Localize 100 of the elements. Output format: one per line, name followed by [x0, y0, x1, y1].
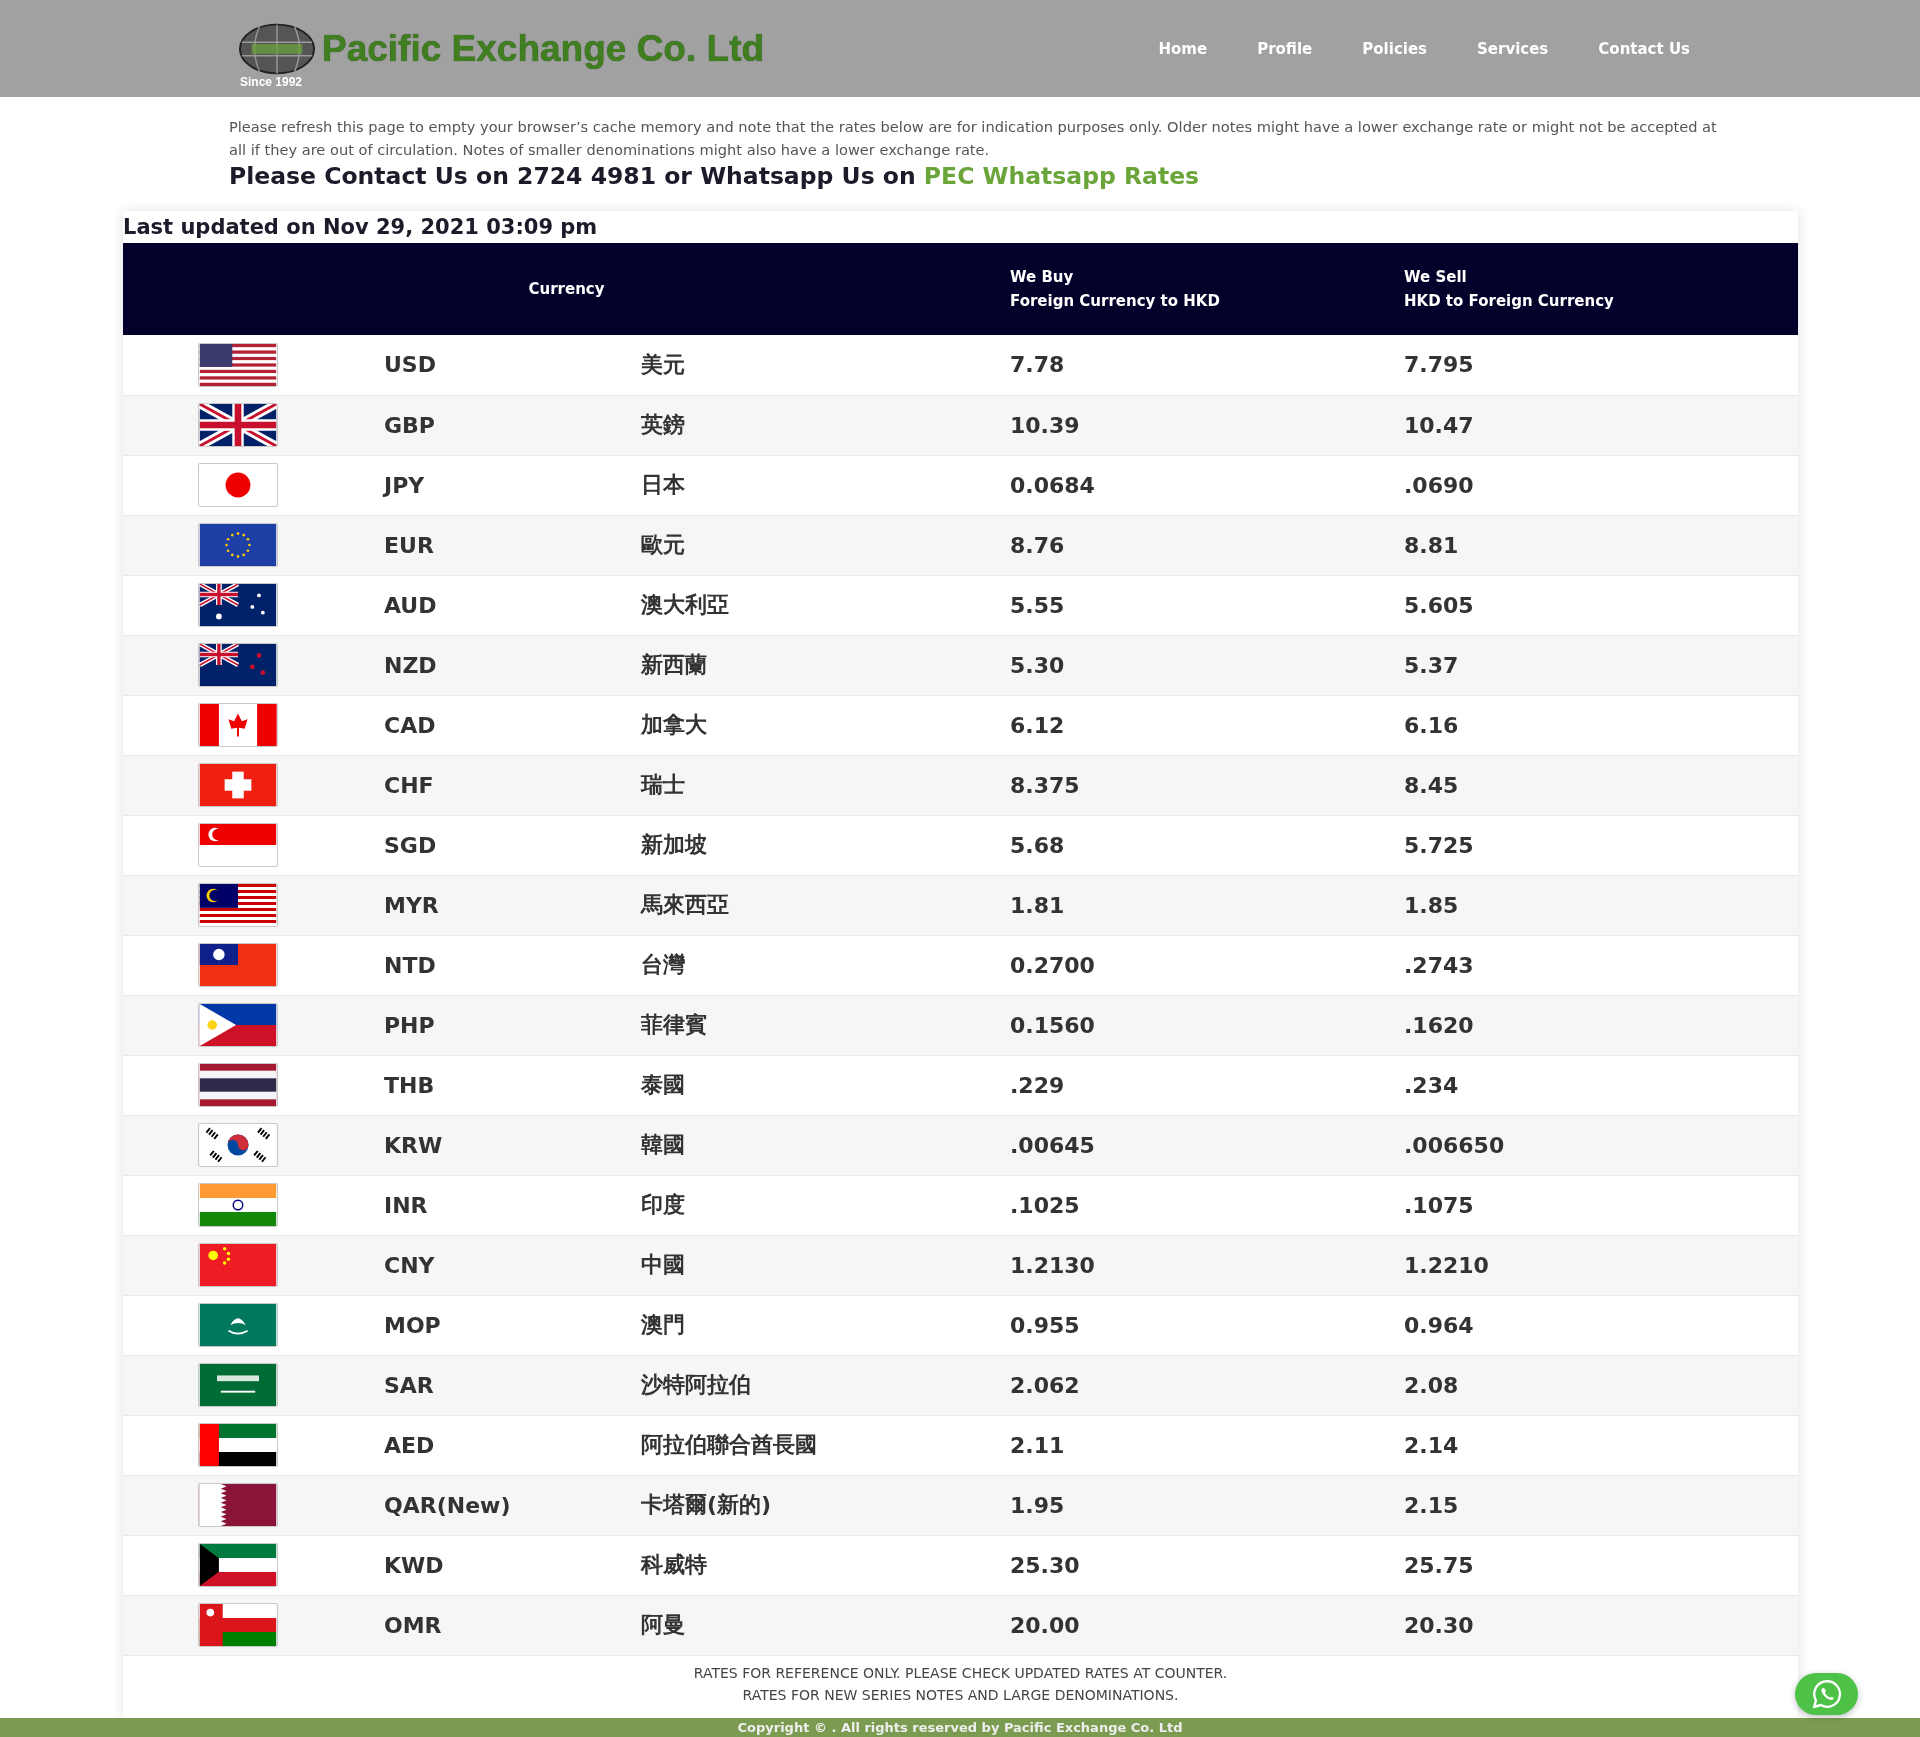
nav-link[interactable]: Contact Us	[1598, 39, 1690, 58]
sell-rate: 25.75	[1404, 1552, 1474, 1578]
sell-rate: 5.37	[1404, 652, 1459, 678]
buy-rate: 5.55	[1010, 592, 1065, 618]
currency-name: 馬來西亞	[641, 892, 729, 917]
nav-link[interactable]: Profile	[1257, 39, 1313, 58]
sell-rate: 2.15	[1404, 1492, 1459, 1518]
currency-name: 泰國	[641, 1072, 685, 1097]
currency-name: 歐元	[641, 532, 685, 557]
currency-name: 澳大利亞	[641, 592, 729, 617]
currency-name: 美元	[641, 351, 685, 377]
flag-icon	[198, 1423, 278, 1467]
buy-rate: 7.78	[1010, 352, 1065, 378]
flag-icon	[198, 342, 278, 387]
buy-rate: .00645	[1010, 1132, 1095, 1158]
currency-code: AUD	[384, 592, 437, 618]
currency-name: 科威特	[641, 1552, 707, 1577]
sell-rate: 8.81	[1404, 532, 1459, 558]
flag-icon	[198, 1363, 278, 1407]
buy-rate: 0.955	[1010, 1312, 1080, 1338]
sell-rate: 2.08	[1404, 1372, 1459, 1398]
column-header: Currency	[528, 280, 605, 298]
flag-icon	[198, 1183, 278, 1227]
sell-rate: 10.47	[1404, 412, 1474, 438]
currency-code: NTD	[384, 952, 436, 978]
currency-code: MYR	[384, 892, 439, 918]
currency-name: 中國	[641, 1252, 685, 1277]
sell-rate: .0690	[1404, 472, 1474, 498]
currency-code: CHF	[384, 772, 434, 798]
currency-name: 英鎊	[641, 412, 685, 437]
currency-name: 日本	[641, 472, 685, 497]
flag-icon	[198, 463, 278, 507]
nav-link[interactable]: Policies	[1362, 39, 1427, 58]
disclaimer-text: RATES FOR REFERENCE ONLY. PLEASE CHECK UPDATED RATES AT COUNTER.	[692, 1663, 1229, 1683]
flag-icon	[198, 1303, 278, 1347]
currency-code: PHP	[384, 1012, 435, 1038]
copyright-text: Copyright © . All rights reserved by Pacific Exchange Co. Ltd	[737, 1718, 1183, 1737]
buy-rate: 25.30	[1010, 1552, 1080, 1578]
currency-code: CAD	[384, 712, 436, 738]
notice-text: Please refresh this page to empty your browser’s cache memory and note that the rates below are for indication purposes only. Older notes might have a lower exchange rate or might not be accepted at all if they are out of circulation. Notes of smaller denominations might also have a lower exchange rate.	[229, 117, 1718, 160]
sell-rate: 5.725	[1404, 832, 1474, 858]
sell-rate: 20.30	[1404, 1612, 1474, 1638]
currency-code: SAR	[384, 1372, 434, 1398]
flag-icon	[198, 1063, 278, 1107]
currency-name: 沙特阿拉伯	[641, 1372, 751, 1397]
sell-rate: .234	[1404, 1072, 1459, 1098]
flag-icon	[198, 1243, 278, 1287]
buy-rate: .229	[1010, 1072, 1065, 1098]
sell-rate: 1.85	[1404, 892, 1459, 918]
nav-link[interactable]: Services	[1477, 39, 1549, 58]
flag-icon	[198, 1543, 278, 1587]
sell-rate: 8.45	[1404, 772, 1459, 798]
buy-rate: 1.95	[1010, 1492, 1065, 1518]
currency-name: 澳門	[641, 1312, 685, 1337]
buy-rate: 1.2130	[1010, 1252, 1095, 1278]
disclaimer-text: RATES FOR NEW SERIES NOTES AND LARGE DENOMINATIONS.	[741, 1685, 1180, 1705]
currency-code: CNY	[384, 1252, 435, 1278]
buy-rate: 10.39	[1010, 412, 1080, 438]
currency-code: INR	[384, 1192, 428, 1218]
sell-rate: 5.605	[1404, 592, 1474, 618]
flag-icon	[198, 1483, 278, 1527]
currency-name: 印度	[641, 1192, 685, 1217]
buy-rate: 20.00	[1010, 1612, 1080, 1638]
flag-icon	[198, 1003, 278, 1047]
currency-name: 新加坡	[641, 832, 707, 857]
currency-code: SGD	[384, 832, 437, 858]
currency-code: OMR	[384, 1612, 442, 1638]
sell-rate: 7.795	[1404, 352, 1474, 378]
currency-name: 阿拉伯聯合酋長國	[641, 1432, 817, 1457]
currency-code: JPY	[384, 472, 425, 498]
flag-icon	[198, 583, 278, 627]
buy-rate: .1025	[1010, 1192, 1080, 1218]
nav-link[interactable]: Home	[1158, 39, 1208, 58]
last-updated-text: Last updated on Nov 29, 2021 03:09 pm	[123, 214, 599, 241]
logo-tagline: Since 1992	[240, 74, 303, 89]
buy-rate: 0.1560	[1010, 1012, 1095, 1038]
currency-code: USD	[384, 352, 436, 378]
currency-code: NZD	[384, 652, 437, 678]
column-header: We Buy Foreign Currency to HKD	[1010, 267, 1220, 312]
flag-icon	[198, 823, 278, 867]
currency-name: 韓國	[641, 1132, 685, 1157]
sell-rate: 0.964	[1404, 1312, 1474, 1338]
contact-text: Please Contact Us on 2724 4981 or Whatsapp Us on PEC Whatsapp Rates	[229, 161, 1201, 191]
flag-icon	[198, 523, 278, 567]
currency-code: KWD	[384, 1552, 444, 1578]
whatsapp-button[interactable]	[1795, 1673, 1858, 1715]
buy-rate: 0.0684	[1010, 472, 1095, 498]
sell-rate: 2.14	[1404, 1432, 1459, 1458]
buy-rate: 5.30	[1010, 652, 1065, 678]
flag-icon	[198, 403, 278, 447]
flag-icon	[198, 943, 278, 987]
buy-rate: 5.68	[1010, 832, 1065, 858]
logo-title[interactable]: Pacific Exchange Co. Ltd	[322, 27, 765, 70]
currency-code: EUR	[384, 532, 434, 558]
sell-rate: 6.16	[1404, 712, 1459, 738]
currency-code: KRW	[384, 1132, 443, 1158]
whatsapp-rates-link[interactable]: PEC Whatsapp Rates	[923, 162, 1200, 190]
sell-rate: .006650	[1404, 1132, 1505, 1158]
currency-code: THB	[384, 1072, 435, 1098]
currency-code: AED	[384, 1432, 435, 1458]
